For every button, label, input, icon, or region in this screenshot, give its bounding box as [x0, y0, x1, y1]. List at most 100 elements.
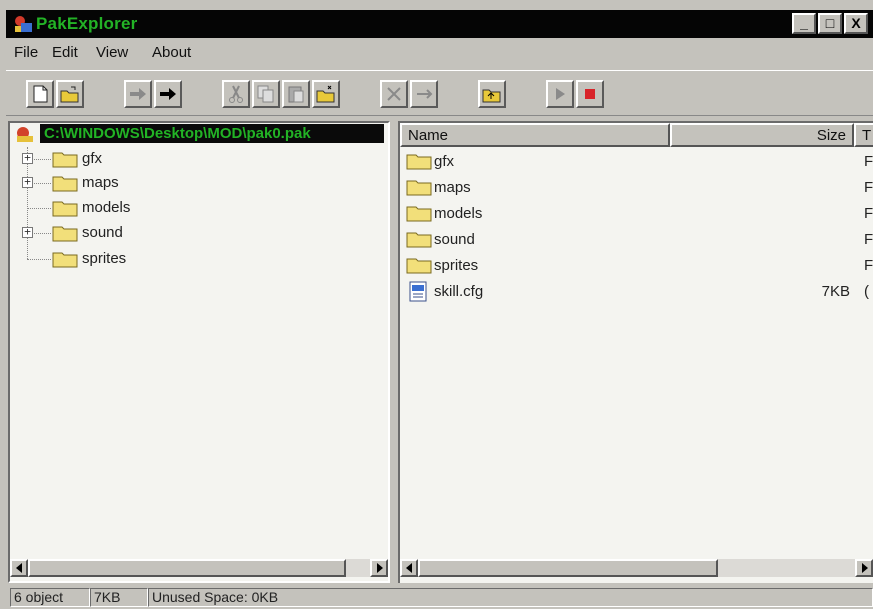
list-item-type: F: [864, 231, 873, 248]
tree-item-maps[interactable]: + maps: [10, 171, 310, 195]
new-button[interactable]: [26, 80, 54, 108]
status-bar: 6 object 7KB Unused Space: 0KB: [6, 586, 873, 608]
folder-icon: [52, 199, 78, 220]
folder-open-icon: [316, 85, 335, 103]
tree-item-label: gfx: [82, 150, 103, 167]
list-item-name: gfx: [434, 153, 455, 170]
tree-hscrollbar[interactable]: [10, 559, 388, 577]
tree-item-sound[interactable]: + sound: [10, 221, 310, 245]
list-item-type: F: [864, 153, 873, 170]
window-title: PakExplorer: [36, 14, 138, 33]
open-button[interactable]: [56, 80, 84, 108]
paste-icon: [288, 86, 304, 103]
minimize-button[interactable]: _: [792, 13, 816, 34]
tree-item-models[interactable]: models: [10, 196, 310, 220]
rename-button[interactable]: [410, 80, 438, 108]
folder-icon: [406, 152, 432, 173]
folder-icon: [406, 230, 432, 251]
scroll-right-button[interactable]: [370, 559, 388, 577]
menu-about[interactable]: About: [152, 44, 191, 61]
list-item-name: skill.cfg: [434, 283, 484, 300]
tree-root[interactable]: C:\WINDOWS\Desktop\MOD\pak0.pak: [10, 123, 388, 145]
folder-icon: [406, 256, 432, 277]
list-item[interactable]: models F: [406, 201, 873, 227]
close-button[interactable]: X: [844, 13, 868, 34]
scroll-right-button[interactable]: [855, 559, 873, 577]
list-item[interactable]: sprites F: [406, 253, 873, 279]
list-item[interactable]: gfx F: [406, 149, 873, 175]
list-item-name: maps: [434, 179, 471, 196]
list-item-type: (: [864, 283, 869, 300]
delete-icon: [387, 87, 401, 101]
list-item-name: sprites: [434, 257, 479, 274]
rename-icon: [417, 89, 433, 99]
black-arrow-right-icon: [160, 88, 176, 100]
folder-button[interactable]: [312, 80, 340, 108]
root-path: C:\WINDOWS\Desktop\MOD\pak0.pak: [40, 124, 384, 143]
expand-icon[interactable]: +: [22, 152, 33, 164]
scroll-thumb[interactable]: [28, 559, 346, 577]
list-item[interactable]: maps F: [406, 175, 873, 201]
menu-file[interactable]: File: [14, 44, 38, 61]
list-item-type: F: [864, 205, 873, 222]
column-header-size[interactable]: Size: [670, 123, 854, 147]
extract-all-button[interactable]: [154, 80, 182, 108]
folder-icon: [406, 204, 432, 225]
status-unused-space: Unused Space: 0KB: [148, 588, 873, 607]
list-item-type: F: [864, 179, 873, 196]
scroll-thumb[interactable]: [418, 559, 718, 577]
play-button[interactable]: [546, 80, 574, 108]
title-bar[interactable]: PakExplorer _ □ X: [6, 10, 873, 38]
tree-item-label: sprites: [82, 250, 127, 267]
list-item-type: F: [864, 257, 873, 274]
list-item[interactable]: sound F: [406, 227, 873, 253]
expand-icon[interactable]: +: [22, 176, 33, 188]
stop-icon: [585, 89, 595, 99]
cfg-file-icon: [408, 281, 430, 306]
maximize-button[interactable]: □: [818, 13, 842, 34]
cut-icon: [229, 85, 243, 103]
folder-icon: [52, 250, 78, 271]
stop-button[interactable]: [576, 80, 604, 108]
tree-item-gfx[interactable]: + gfx: [10, 147, 310, 171]
paste-button[interactable]: [282, 80, 310, 108]
expand-icon[interactable]: +: [22, 226, 33, 238]
menu-edit[interactable]: Edit: [52, 44, 78, 61]
tree-item-sprites[interactable]: sprites: [10, 247, 310, 271]
extract-button[interactable]: [124, 80, 152, 108]
tree-item-label: sound: [82, 224, 123, 241]
toolbar: [6, 70, 873, 116]
list-item[interactable]: skill.cfg 7KB (: [406, 279, 869, 306]
tree-item-label: models: [82, 199, 131, 216]
folder-icon: [406, 178, 432, 199]
scroll-left-button[interactable]: [400, 559, 418, 577]
app-window: PakExplorer _ □ X File Edit View About C…: [0, 0, 873, 609]
column-header-type[interactable]: T: [854, 123, 873, 147]
folder-icon: [52, 150, 78, 171]
up-folder-button[interactable]: [478, 80, 506, 108]
up-folder-icon: [482, 89, 501, 103]
copy-button[interactable]: [252, 80, 280, 108]
list-item-name: sound: [434, 231, 475, 248]
column-header-name[interactable]: Name: [400, 123, 670, 147]
app-icon: [12, 13, 34, 35]
menu-bar: File Edit View About: [6, 40, 873, 66]
delete-button[interactable]: [380, 80, 408, 108]
pak-icon: [14, 124, 36, 147]
cut-button[interactable]: [222, 80, 250, 108]
copy-icon: [257, 85, 274, 103]
folder-icon: [52, 174, 78, 195]
menu-view[interactable]: View: [96, 44, 128, 61]
status-object-count: 6 object: [10, 588, 90, 607]
status-size: 7KB: [90, 588, 148, 607]
new-file-icon: [33, 85, 48, 103]
list-item-size: 7KB: [821, 283, 850, 300]
gray-arrow-right-icon: [130, 88, 146, 100]
scroll-left-button[interactable]: [10, 559, 28, 577]
folder-icon: [52, 224, 78, 245]
list-hscrollbar[interactable]: [400, 559, 873, 577]
list-item-name: models: [434, 205, 483, 222]
file-list: Name Size T gfx F maps F models F sound …: [398, 121, 873, 583]
play-icon: [556, 88, 565, 100]
tree-item-label: maps: [82, 174, 119, 191]
